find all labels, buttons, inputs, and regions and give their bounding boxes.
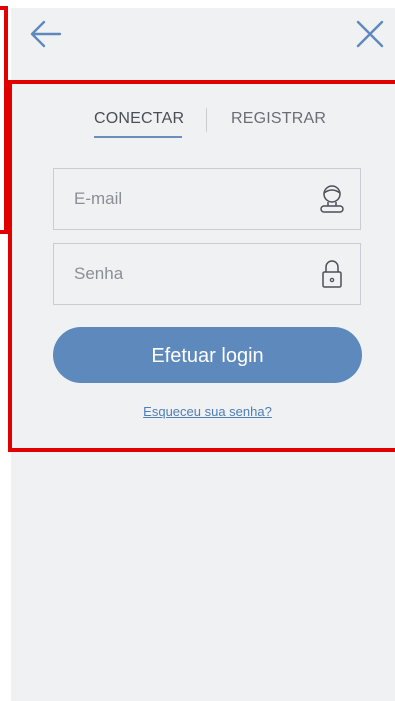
close-button[interactable] [352,16,392,56]
annotation-box-left [0,6,8,234]
arrow-left-icon [30,20,62,48]
close-icon [356,20,384,48]
annotation-box-login-panel [8,80,395,452]
back-button[interactable] [28,16,68,56]
